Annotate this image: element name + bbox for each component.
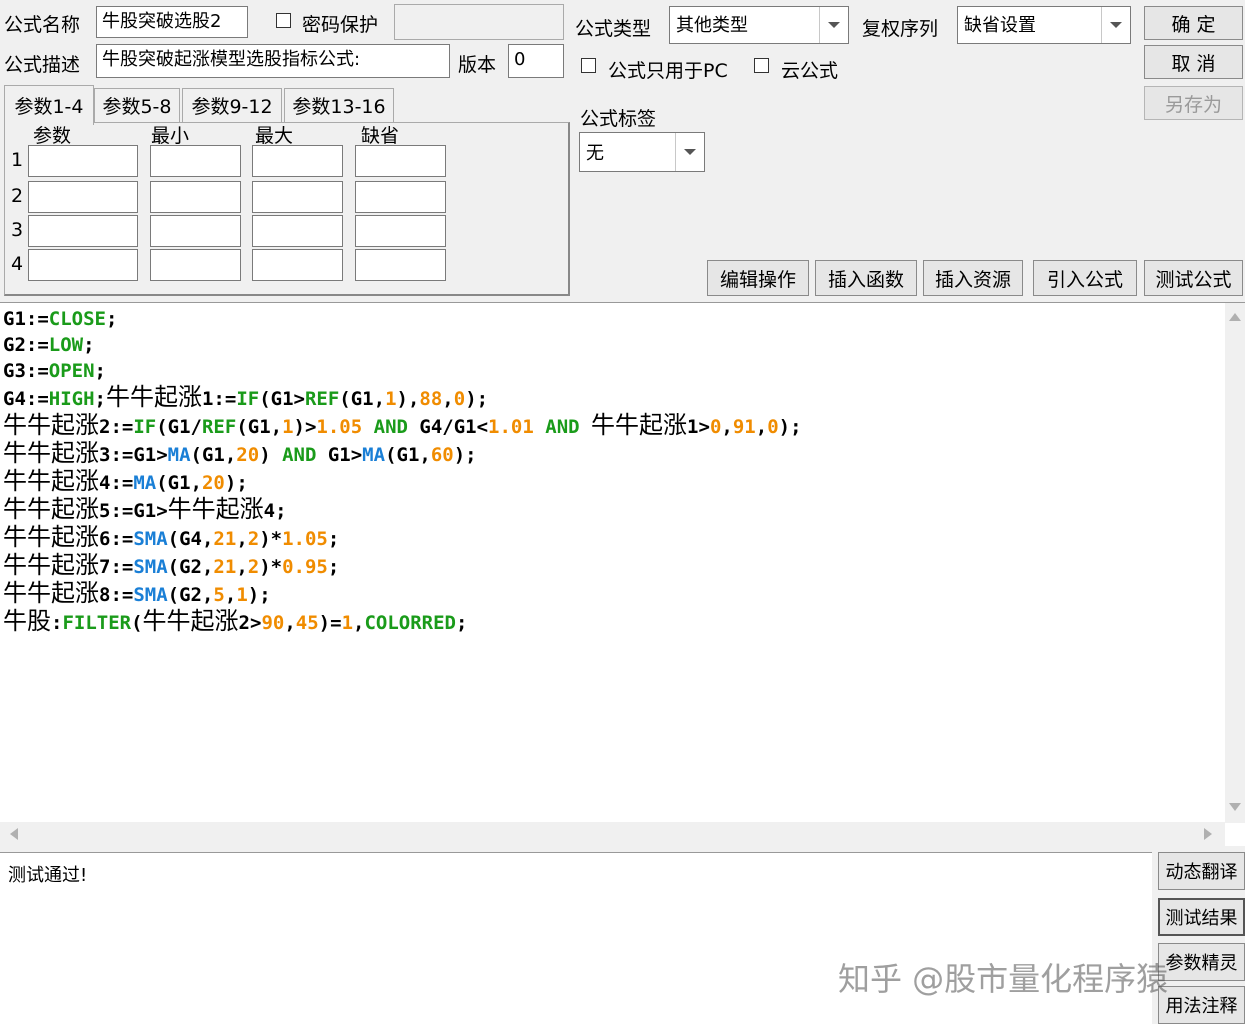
password-checkbox[interactable] (276, 13, 291, 28)
pc-only-label: 公式只用于PC (608, 60, 728, 82)
formula-type-select[interactable]: 其他类型 (669, 6, 849, 44)
code-editor[interactable]: G1:=CLOSE; G2:=LOW; G3:=OPEN; G4:=HIGH;牛… (0, 302, 1245, 846)
version-input[interactable]: 0 (508, 44, 564, 78)
param-max-input[interactable] (252, 181, 343, 213)
version-label: 版本 (458, 54, 497, 76)
param-min-input[interactable] (150, 145, 241, 177)
import-formula-button[interactable]: 引入公式 (1033, 260, 1137, 296)
col-param-header: 参数 (33, 125, 72, 147)
col-min-header: 最小 (151, 125, 190, 147)
col-default-header: 缺省 (361, 125, 400, 147)
param-default-input[interactable] (355, 181, 446, 213)
rights-value: 缺省设置 (964, 15, 1036, 36)
formula-name-input[interactable]: 牛股突破选股2 (96, 6, 248, 38)
formula-source[interactable]: G1:=CLOSE; G2:=LOW; G3:=OPEN; G4:=HIGH;牛… (3, 306, 802, 636)
param-row-number: 1 (11, 149, 24, 171)
tab-params-1-4[interactable]: 参数1-4 (4, 85, 94, 125)
watermark: 知乎 @股市量化程序猿 (838, 960, 1169, 998)
param-row-number: 3 (11, 219, 24, 241)
cloud-label: 云公式 (781, 60, 839, 82)
tab-params-9-12[interactable]: 参数9-12 (182, 88, 282, 122)
test-formula-button[interactable]: 测试公式 (1144, 260, 1243, 296)
params-panel: 参数 最小 最大 缺省 1 2 3 4 (4, 122, 570, 296)
insert-function-button[interactable]: 插入函数 (815, 260, 917, 296)
param-max-input[interactable] (252, 249, 343, 281)
ok-button[interactable]: 确 定 (1144, 6, 1243, 40)
formula-type-label: 公式类型 (575, 18, 652, 40)
chevron-down-icon[interactable] (819, 7, 848, 43)
param-row-number: 2 (11, 185, 24, 207)
vertical-scrollbar[interactable] (1225, 303, 1245, 823)
password-label: 密码保护 (302, 14, 379, 36)
scroll-right-icon[interactable] (1204, 828, 1212, 840)
formula-desc-label: 公式描述 (4, 54, 81, 76)
param-default-input[interactable] (355, 249, 446, 281)
dynamic-translate-button[interactable]: 动态翻译 (1158, 852, 1245, 890)
rights-label: 复权序列 (862, 18, 939, 40)
formula-type-value: 其他类型 (676, 15, 748, 36)
param-name-input[interactable] (28, 249, 138, 281)
tag-label: 公式标签 (580, 108, 657, 130)
param-max-input[interactable] (252, 215, 343, 247)
scroll-left-icon[interactable] (10, 828, 18, 840)
scroll-up-icon[interactable] (1229, 313, 1241, 321)
tab-params-13-16[interactable]: 参数13-16 (284, 88, 394, 122)
pc-only-checkbox[interactable] (581, 58, 596, 73)
insert-resource-button[interactable]: 插入资源 (923, 260, 1023, 296)
save-as-button: 另存为 (1144, 86, 1243, 120)
test-results-button[interactable]: 测试结果 (1158, 898, 1245, 936)
test-result-text: 测试通过! (8, 865, 88, 886)
edit-ops-button[interactable]: 编辑操作 (707, 260, 809, 296)
horizontal-scrollbar[interactable] (0, 822, 1225, 846)
col-max-header: 最大 (255, 125, 294, 147)
param-min-input[interactable] (150, 215, 241, 247)
password-input (394, 4, 564, 40)
chevron-down-icon[interactable] (1101, 7, 1130, 43)
formula-desc-input[interactable]: 牛股突破起涨模型选股指标公式: (96, 44, 450, 78)
rights-select[interactable]: 缺省设置 (957, 6, 1131, 44)
param-wizard-button[interactable]: 参数精灵 (1158, 943, 1245, 981)
tag-value: 无 (586, 143, 604, 164)
param-max-input[interactable] (252, 145, 343, 177)
param-name-input[interactable] (28, 215, 138, 247)
usage-notes-button[interactable]: 用法注释 (1158, 986, 1245, 1024)
param-min-input[interactable] (150, 181, 241, 213)
cloud-checkbox[interactable] (754, 58, 769, 73)
chevron-down-icon[interactable] (675, 133, 704, 171)
param-min-input[interactable] (150, 249, 241, 281)
param-default-input[interactable] (355, 145, 446, 177)
param-default-input[interactable] (355, 215, 446, 247)
tag-select[interactable]: 无 (579, 132, 705, 172)
tab-params-5-8[interactable]: 参数5-8 (94, 88, 180, 122)
param-name-input[interactable] (28, 145, 138, 177)
param-row-number: 4 (11, 253, 24, 275)
param-name-input[interactable] (28, 181, 138, 213)
cancel-button[interactable]: 取 消 (1144, 45, 1243, 79)
scroll-down-icon[interactable] (1229, 803, 1241, 811)
formula-name-label: 公式名称 (4, 14, 81, 36)
